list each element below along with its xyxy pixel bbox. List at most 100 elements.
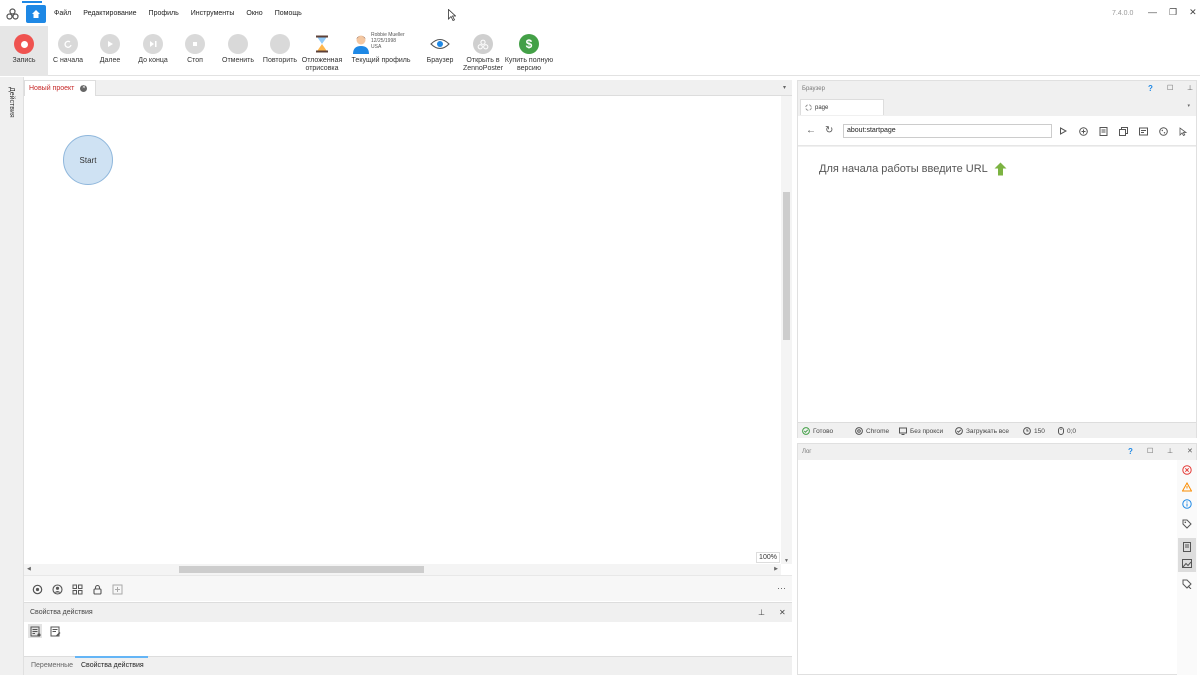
pointer-select-icon[interactable] [1178, 126, 1188, 136]
grid-icon[interactable] [71, 583, 83, 595]
status-timeout[interactable]: 150 [1023, 427, 1045, 435]
deferred-render-label: Отложенная отрисовка [301, 57, 343, 72]
chevron-down-icon[interactable]: ▾ [1187, 103, 1190, 109]
menu-window[interactable]: Окно [246, 10, 262, 17]
close-window-button[interactable]: ✕ [1189, 7, 1197, 18]
scroll-left-arrow-icon[interactable]: ◀ [27, 566, 31, 572]
browser-viewport[interactable]: Для начала работы введите URL [798, 147, 1196, 422]
error-filter-icon[interactable] [1181, 464, 1193, 476]
record-button[interactable]: Запись [0, 26, 48, 76]
reload-icon[interactable]: ↻ [825, 125, 833, 136]
action-properties-body [24, 622, 792, 656]
buy-full-version-label: Купить полную версию [504, 57, 554, 72]
close-panel-icon[interactable]: ✕ [779, 608, 786, 617]
browser-panel-title: Браузер [802, 86, 825, 92]
close-panel-icon[interactable]: ✕ [1187, 447, 1193, 455]
more-options-icon[interactable]: ··· [777, 583, 786, 593]
bottom-tabbar: Переменные Свойства действия [24, 656, 792, 675]
clear-log-icon[interactable] [1181, 578, 1193, 590]
pin-icon[interactable]: ⊥ [1167, 447, 1173, 455]
record-icon [14, 34, 34, 54]
go-play-icon[interactable] [1058, 126, 1068, 136]
add-circle-icon[interactable] [1078, 126, 1088, 136]
help-icon[interactable]: ? [1148, 84, 1153, 93]
status-load[interactable]: Загружать все [955, 427, 1009, 435]
info-filter-icon[interactable] [1181, 498, 1193, 510]
actions-panel-tab[interactable]: Действия [8, 87, 15, 118]
open-zennoposter-button[interactable]: Открыть в ZennoPoster [462, 26, 504, 76]
scroll-down-arrow-icon[interactable]: ▼ [784, 558, 789, 564]
browser-statusbar: Готово Chrome Без прокси Загружать все 1… [798, 422, 1196, 438]
lock-icon[interactable] [91, 583, 103, 595]
vertical-scroll-thumb[interactable] [783, 192, 790, 340]
image-view-icon[interactable] [1178, 555, 1196, 572]
menu-profile[interactable]: Профиль [149, 10, 179, 17]
status-engine[interactable]: Chrome [855, 427, 889, 435]
menu-bar: Файл Редактирование Профиль Инструменты … [0, 0, 1200, 26]
project-canvas[interactable]: Start [24, 96, 781, 564]
menu-tools[interactable]: Инструменты [191, 10, 235, 17]
from-start-button[interactable]: С начала [52, 26, 84, 76]
log-view-icon[interactable] [1178, 538, 1196, 555]
form-fields-icon[interactable] [1138, 126, 1148, 136]
properties-edit-icon[interactable] [48, 624, 62, 638]
canvas-vertical-scrollbar[interactable]: ▼ [781, 96, 792, 564]
horizontal-scroll-thumb[interactable] [179, 566, 424, 573]
minimize-button[interactable]: — [1148, 7, 1157, 18]
page-source-icon[interactable] [1098, 126, 1108, 136]
copy-pages-icon[interactable] [1118, 126, 1128, 136]
maximize-button[interactable]: ❐ [1169, 7, 1177, 18]
help-icon[interactable]: ? [1128, 447, 1133, 456]
tab-action-properties[interactable]: Свойства действия [81, 662, 144, 669]
settings-gear-icon[interactable] [31, 583, 43, 595]
properties-list-icon[interactable] [28, 624, 42, 638]
menu-edit[interactable]: Редактирование [83, 10, 136, 17]
profile-info: Robbie Mueller 12/25/1998 USA [371, 32, 405, 50]
status-timeout-label: 150 [1034, 427, 1045, 435]
record-label: Запись [12, 57, 36, 64]
browser-tab-page[interactable]: page [800, 99, 884, 115]
tags-icon[interactable] [1181, 518, 1193, 530]
browser-panel-header: Браузер ? ☐ ⊥ [798, 81, 1196, 97]
log-panel-title: Лог [802, 449, 812, 455]
pin-icon[interactable]: ⊥ [1187, 84, 1193, 92]
canvas-toolbar: ··· [24, 575, 792, 601]
buy-full-version-button[interactable]: $ Купить полную версию [505, 26, 553, 76]
user-circle-icon[interactable] [51, 583, 63, 595]
pin-icon[interactable]: ⊥ [758, 608, 765, 617]
undo-label: Отменить [222, 57, 254, 64]
hourglass-icon [312, 34, 332, 54]
tab-new-project[interactable]: Новый проект × [24, 80, 96, 96]
next-button[interactable]: Далее [96, 26, 124, 76]
maximize-panel-icon[interactable]: ☐ [1167, 84, 1173, 92]
warning-filter-icon[interactable] [1181, 481, 1193, 493]
back-arrow-icon[interactable]: ← [806, 125, 816, 136]
start-message: Для начала работы введите URL [819, 162, 1007, 176]
url-input[interactable]: about:startpage [843, 124, 1052, 138]
cookies-icon[interactable] [1158, 126, 1168, 136]
stop-button[interactable]: Стоп [182, 26, 208, 76]
undo-button[interactable]: Отменить [220, 26, 256, 76]
status-coords: 0;0 [1058, 427, 1076, 435]
start-node[interactable]: Start [63, 135, 113, 185]
scroll-right-arrow-icon[interactable]: ▶ [774, 566, 778, 572]
maximize-panel-icon[interactable]: ☐ [1147, 447, 1153, 455]
close-tab-icon[interactable]: × [80, 85, 88, 92]
home-button[interactable] [26, 5, 46, 23]
project-tabbar: Новый проект × ▾ [24, 80, 792, 96]
browser-button[interactable]: Браузер [426, 26, 454, 76]
tab-variables[interactable]: Переменные [31, 662, 73, 669]
loading-spinner-icon [805, 104, 812, 111]
from-start-label: С начала [52, 57, 84, 64]
add-icon[interactable] [111, 583, 123, 595]
menu-help[interactable]: Помощь [275, 10, 302, 17]
chevron-down-icon[interactable]: ▾ [783, 84, 786, 91]
deferred-render-button[interactable]: Отложенная отрисовка [301, 26, 343, 76]
to-end-button[interactable]: До конца [136, 26, 170, 76]
zoom-level[interactable]: 100% [756, 552, 780, 563]
log-output[interactable] [798, 460, 1178, 674]
menu-file[interactable]: Файл [54, 10, 71, 17]
redo-button[interactable]: Повторить [262, 26, 298, 76]
canvas-horizontal-scrollbar[interactable]: ◀ ▶ [24, 564, 781, 575]
status-proxy[interactable]: Без прокси [899, 427, 943, 435]
